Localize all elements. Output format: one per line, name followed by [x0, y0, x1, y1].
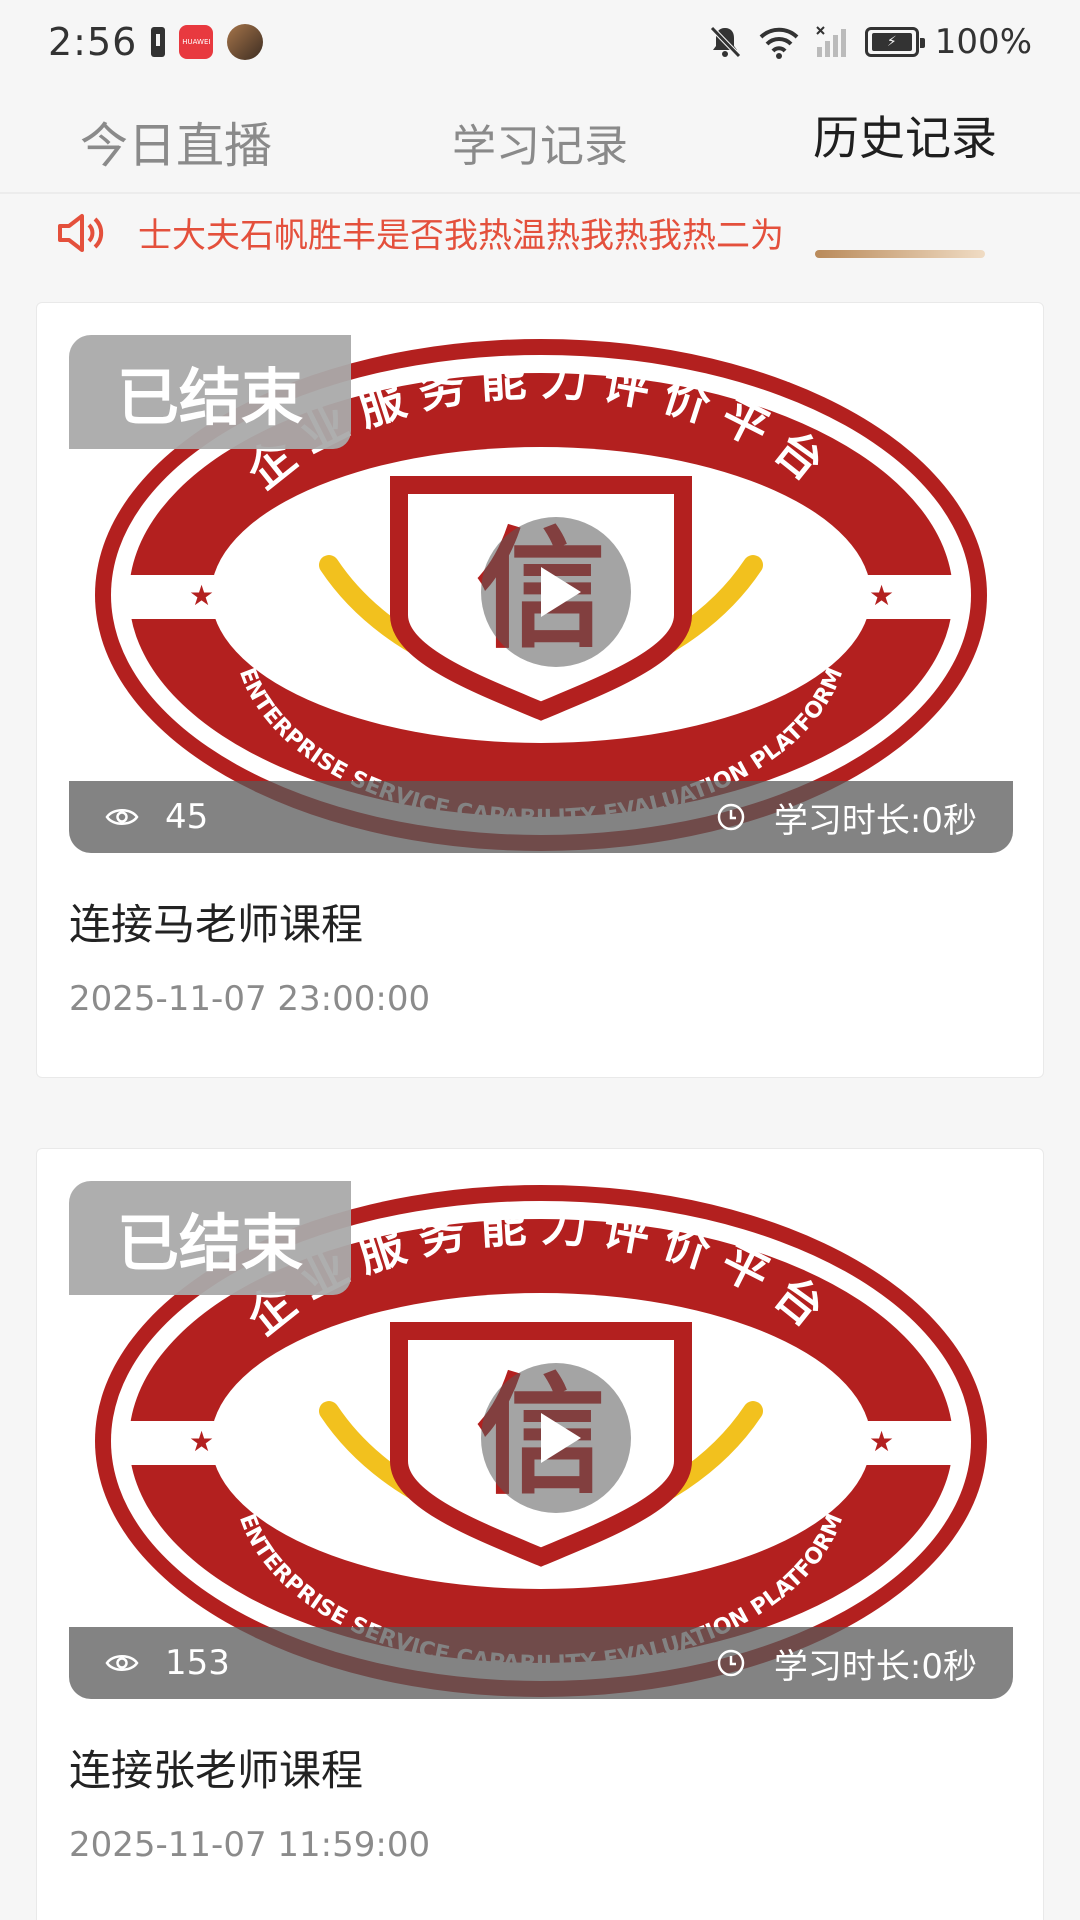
course-thumbnail[interactable]: 企业服务能力评价平台 ENTERPRISE SERVICE CAPABILITY…	[69, 1181, 1013, 1699]
status-badge: 已结束	[69, 1181, 351, 1295]
view-count: 45	[165, 797, 209, 837]
svg-text:★: ★	[869, 1425, 894, 1458]
signal-icon	[816, 26, 846, 57]
wifi-icon	[759, 27, 799, 59]
status-time: 2:56	[48, 20, 138, 64]
clock-icon	[717, 803, 745, 831]
thumbnail-meta-bar: 153 学习时长:0秒	[69, 1627, 1013, 1699]
play-button[interactable]	[481, 517, 631, 667]
course-thumbnail[interactable]: 企业服务能力评价平台 ENTERPRISE SERVICE CAPABILITY…	[69, 335, 1013, 853]
mute-bell-icon	[709, 26, 741, 58]
speaker-icon	[58, 213, 104, 252]
status-badge: 已结束	[69, 335, 351, 449]
svg-text:★: ★	[189, 1425, 214, 1458]
battery-icon: ⚡	[864, 27, 925, 57]
battery-saver-icon	[151, 27, 166, 57]
course-title: 连接张老师课程	[69, 1746, 364, 1795]
svg-text:★: ★	[869, 579, 894, 612]
view-count: 153	[165, 1643, 230, 1683]
notice-text: 士大夫石帆胜丰是否我热温热我热我热二为	[138, 216, 784, 256]
battery-percent: 100%	[934, 22, 1032, 62]
play-button[interactable]	[481, 1363, 631, 1513]
tab-today-live[interactable]: 今日直播	[80, 106, 272, 176]
course-card[interactable]: 企业服务能力评价平台 ENTERPRISE SERVICE CAPABILITY…	[36, 1148, 1044, 1920]
course-date: 2025-11-07 11:59:00	[69, 1825, 431, 1865]
svg-text:★: ★	[189, 579, 214, 612]
play-icon	[541, 567, 581, 617]
app-store-icon: HUAWEI	[179, 25, 214, 59]
tab-history-records[interactable]: 历史记录	[813, 102, 997, 168]
thumbnail-meta-bar: 45 学习时长:0秒	[69, 781, 1013, 853]
tab-bar: 今日直播 学习记录 历史记录	[0, 84, 1080, 258]
play-icon	[541, 1413, 581, 1463]
study-duration: 学习时长:0秒	[773, 1646, 977, 1687]
avatar-notification-icon	[227, 24, 264, 60]
eye-icon	[105, 809, 139, 825]
course-card[interactable]: 企业服务能力评价平台 ENTERPRISE SERVICE CAPABILITY…	[36, 302, 1044, 1078]
eye-icon	[105, 1655, 139, 1671]
course-date: 2025-11-07 23:00:00	[69, 979, 431, 1019]
study-duration: 学习时长:0秒	[773, 800, 977, 841]
status-bar: 2:56 HUAWEI ⚡ 100%	[0, 0, 1080, 84]
clock-icon	[717, 1649, 745, 1677]
tab-study-records[interactable]: 学习记录	[452, 110, 628, 174]
notice-bar[interactable]: 士大夫石帆胜丰是否我热温热我热我热二为	[56, 208, 784, 257]
active-tab-indicator	[815, 250, 985, 258]
course-title: 连接马老师课程	[69, 900, 364, 949]
